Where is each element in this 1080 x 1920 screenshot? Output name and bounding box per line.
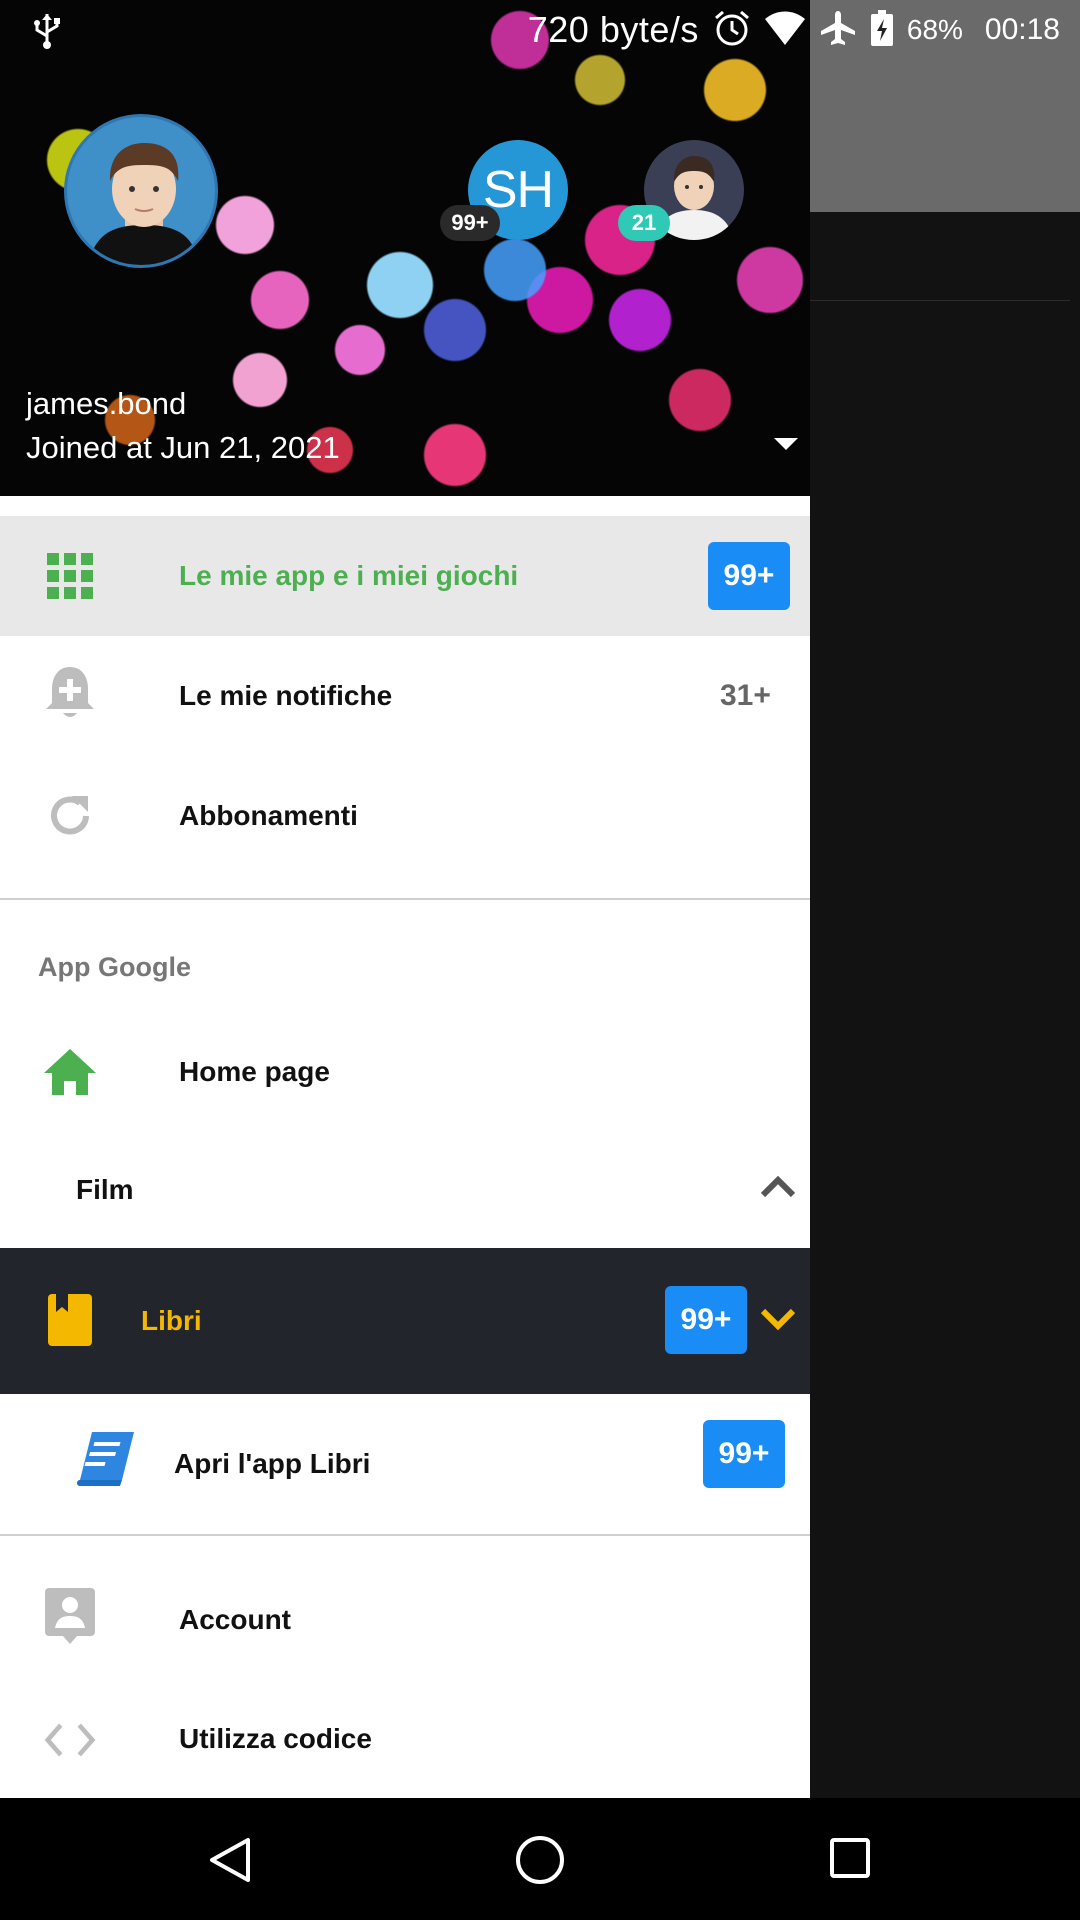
menu-item-notifications[interactable]: Le mie notifiche 31+: [0, 636, 810, 756]
menu-item-home-page[interactable]: Home page: [0, 1012, 810, 1132]
avatar-person-icon: [88, 143, 200, 265]
navigation-bar: [0, 1798, 1080, 1920]
home-circle-icon[interactable]: [514, 1834, 566, 1886]
back-icon[interactable]: [206, 1836, 254, 1884]
book-icon: [44, 1294, 96, 1346]
bell-plus-icon: [44, 667, 96, 720]
menu-item-label: Libri: [141, 1305, 202, 1336]
background-divider: [810, 300, 1070, 301]
menu-item-label: Home page: [179, 1056, 330, 1087]
account-badge: 21: [618, 205, 670, 241]
menu-item-film[interactable]: Film: [0, 1132, 810, 1248]
chevron-up-icon[interactable]: [760, 1174, 796, 1198]
menu-item-label: Le mie app e i miei giochi: [179, 560, 519, 591]
battery-percent: 68%: [906, 14, 963, 45]
menu-item-account[interactable]: Account: [0, 1560, 810, 1680]
apps-grid-icon: [44, 550, 96, 602]
clock: 00:18: [984, 13, 1060, 46]
menu-item-label: Apri l'app Libri: [174, 1448, 371, 1479]
drawer-header: SH 99+ 21 james.bond Joined at Jun 21, 2…: [0, 0, 810, 496]
status-bar: 720 byte/s 68% 00:18: [0, 0, 1080, 60]
menu-item-label: Le mie notifiche: [179, 680, 393, 711]
menu-item-open-libri-app[interactable]: Apri l'app Libri 99+: [0, 1394, 810, 1534]
user-name: james.bond: [26, 386, 187, 421]
account-icon: [44, 1588, 96, 1644]
chevron-down-icon[interactable]: [760, 1308, 796, 1332]
count-badge: 99+: [665, 1286, 747, 1354]
account-switcher-caret-icon[interactable]: [774, 438, 798, 450]
airplane-icon: [819, 9, 857, 52]
usb-icon: [32, 12, 62, 50]
menu-item-label: Film: [76, 1174, 134, 1205]
menu-item-label: Abbonamenti: [179, 800, 358, 831]
menu-item-my-apps[interactable]: Le mie app e i miei giochi 99+: [0, 516, 810, 636]
open-book-icon: [76, 1428, 138, 1490]
battery-icon: [870, 9, 893, 51]
menu-item-subscriptions[interactable]: Abbonamenti: [0, 756, 810, 876]
count-badge: 99+: [703, 1420, 785, 1488]
divider: [0, 898, 810, 900]
screen: SH 99+ 21 james.bond Joined at Jun 21, 2…: [0, 0, 1080, 1920]
home-icon: [44, 1046, 96, 1098]
notification-count: 31+: [720, 679, 771, 712]
menu-item-label: Account: [179, 1604, 291, 1635]
network-speed: 720 byte/s: [527, 9, 699, 50]
count-badge: 99+: [708, 542, 790, 610]
wifi-icon: [764, 11, 805, 50]
account-badge: 99+: [440, 205, 500, 241]
menu-item-label: Utilizza codice: [179, 1723, 372, 1754]
menu-item-libri[interactable]: Libri 99+: [0, 1248, 810, 1394]
navigation-drawer: SH 99+ 21 james.bond Joined at Jun 21, 2…: [0, 0, 810, 1798]
section-title: App Google: [38, 952, 191, 982]
code-icon: [44, 1714, 96, 1766]
recents-icon[interactable]: [828, 1836, 872, 1880]
alarm-icon: [713, 9, 751, 52]
divider: [0, 1534, 810, 1536]
menu-item-redeem-code[interactable]: Utilizza codice: [0, 1680, 810, 1798]
avatar-main[interactable]: [64, 114, 218, 268]
user-joined-date: Joined at Jun 21, 2021: [26, 430, 340, 465]
refresh-icon: [44, 790, 96, 842]
